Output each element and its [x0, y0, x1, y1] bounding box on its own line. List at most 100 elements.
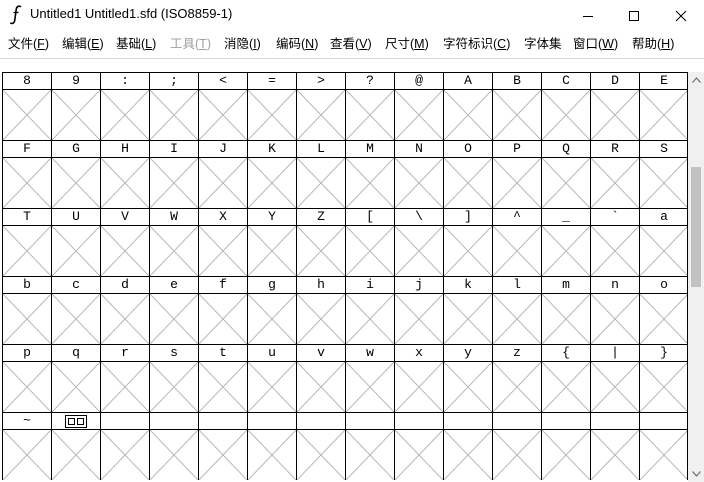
- glyph-cell[interactable]: [541, 226, 590, 276]
- glyph-label[interactable]: \: [394, 208, 443, 226]
- glyph-cell[interactable]: [394, 362, 443, 412]
- glyph-label[interactable]: X: [198, 208, 247, 226]
- glyph-cell[interactable]: [590, 294, 639, 344]
- glyph-cell[interactable]: [443, 90, 492, 140]
- menu-item-9[interactable]: 字体集: [524, 37, 562, 51]
- glyph-label[interactable]: r: [100, 344, 149, 362]
- glyph-label[interactable]: h: [296, 276, 345, 294]
- glyph-cell[interactable]: [198, 294, 247, 344]
- glyph-cell[interactable]: [198, 90, 247, 140]
- glyph-cell[interactable]: [51, 294, 100, 344]
- glyph-cell[interactable]: [198, 362, 247, 412]
- glyph-label[interactable]: [149, 412, 198, 430]
- glyph-label[interactable]: A: [443, 72, 492, 90]
- glyph-cell[interactable]: [590, 158, 639, 208]
- glyph-cell[interactable]: [51, 430, 100, 480]
- glyph-cell[interactable]: [2, 226, 51, 276]
- glyph-cell[interactable]: [345, 294, 394, 344]
- glyph-cell[interactable]: [100, 294, 149, 344]
- glyph-cell[interactable]: [2, 362, 51, 412]
- glyph-label[interactable]: T: [2, 208, 51, 226]
- glyph-cell[interactable]: [247, 158, 296, 208]
- maximize-button[interactable]: [611, 0, 657, 31]
- glyph-cell[interactable]: [149, 430, 198, 480]
- glyph-cell[interactable]: [100, 90, 149, 140]
- glyph-label[interactable]: @: [394, 72, 443, 90]
- glyph-label[interactable]: H: [100, 140, 149, 158]
- glyph-label[interactable]: ~: [2, 412, 51, 430]
- glyph-label[interactable]: f: [198, 276, 247, 294]
- glyph-label[interactable]: }: [639, 344, 688, 362]
- glyph-label[interactable]: E: [639, 72, 688, 90]
- glyph-cell[interactable]: [492, 158, 541, 208]
- glyph-grid[interactable]: 8 9:; < = >? @ A B C D E F G H I J K L M N O P Q R S T U V W X Y Z[\] ^ _…: [2, 72, 688, 482]
- glyph-label[interactable]: S: [639, 140, 688, 158]
- glyph-cell[interactable]: [639, 158, 688, 208]
- close-button[interactable]: [658, 0, 704, 31]
- glyph-label[interactable]: D: [590, 72, 639, 90]
- glyph-label[interactable]: <: [198, 72, 247, 90]
- glyph-cell[interactable]: [149, 226, 198, 276]
- menu-item-1[interactable]: 编辑(E): [62, 37, 104, 51]
- glyph-label[interactable]: W: [149, 208, 198, 226]
- glyph-label[interactable]: ]: [443, 208, 492, 226]
- glyph-cell[interactable]: [2, 90, 51, 140]
- glyph-cell[interactable]: [149, 158, 198, 208]
- glyph-label[interactable]: [492, 412, 541, 430]
- glyph-cell[interactable]: [51, 158, 100, 208]
- glyph-cell[interactable]: [394, 90, 443, 140]
- glyph-label[interactable]: ^: [492, 208, 541, 226]
- glyph-cell[interactable]: [590, 430, 639, 480]
- glyph-label[interactable]: I: [149, 140, 198, 158]
- glyph-cell[interactable]: [2, 294, 51, 344]
- fontforge-icon[interactable]: [8, 4, 24, 26]
- glyph-label[interactable]: O: [443, 140, 492, 158]
- glyph-cell[interactable]: [492, 294, 541, 344]
- glyph-label[interactable]: >: [296, 72, 345, 90]
- glyph-label[interactable]: =: [247, 72, 296, 90]
- glyph-label[interactable]: o: [639, 276, 688, 294]
- glyph-cell[interactable]: [639, 90, 688, 140]
- glyph-label[interactable]: [590, 412, 639, 430]
- glyph-label[interactable]: `: [590, 208, 639, 226]
- glyph-label[interactable]: |: [590, 344, 639, 362]
- glyph-cell[interactable]: [541, 362, 590, 412]
- glyph-cell[interactable]: [345, 362, 394, 412]
- glyph-cell[interactable]: [639, 226, 688, 276]
- glyph-cell[interactable]: [198, 430, 247, 480]
- glyph-cell[interactable]: [247, 294, 296, 344]
- glyph-cell[interactable]: [492, 430, 541, 480]
- glyph-label[interactable]: [100, 412, 149, 430]
- glyph-label[interactable]: {: [541, 344, 590, 362]
- glyph-cell[interactable]: [100, 362, 149, 412]
- glyph-cell[interactable]: [149, 90, 198, 140]
- glyph-label[interactable]: g: [247, 276, 296, 294]
- glyph-cell[interactable]: [541, 294, 590, 344]
- glyph-label[interactable]: [394, 412, 443, 430]
- glyph-label[interactable]: t: [198, 344, 247, 362]
- glyph-cell[interactable]: [590, 90, 639, 140]
- glyph-label[interactable]: p: [2, 344, 51, 362]
- menu-item-0[interactable]: 文件(F): [8, 37, 49, 51]
- glyph-label[interactable]: a: [639, 208, 688, 226]
- vertical-scrollbar[interactable]: [688, 72, 704, 482]
- glyph-label[interactable]: l: [492, 276, 541, 294]
- glyph-cell[interactable]: [100, 430, 149, 480]
- glyph-cell[interactable]: [296, 294, 345, 344]
- glyph-label[interactable]: :: [100, 72, 149, 90]
- glyph-cell[interactable]: [247, 226, 296, 276]
- glyph-label[interactable]: u: [247, 344, 296, 362]
- glyph-label[interactable]: b: [2, 276, 51, 294]
- glyph-cell[interactable]: [51, 90, 100, 140]
- glyph-cell[interactable]: [492, 90, 541, 140]
- glyph-cell[interactable]: [443, 362, 492, 412]
- glyph-label[interactable]: F: [2, 140, 51, 158]
- glyph-label[interactable]: [296, 412, 345, 430]
- glyph-cell[interactable]: [394, 158, 443, 208]
- glyph-label[interactable]: [639, 412, 688, 430]
- glyph-cell[interactable]: [443, 294, 492, 344]
- glyph-label[interactable]: K: [247, 140, 296, 158]
- glyph-cell[interactable]: [639, 430, 688, 480]
- glyph-label[interactable]: e: [149, 276, 198, 294]
- scroll-up-button[interactable]: [688, 72, 704, 88]
